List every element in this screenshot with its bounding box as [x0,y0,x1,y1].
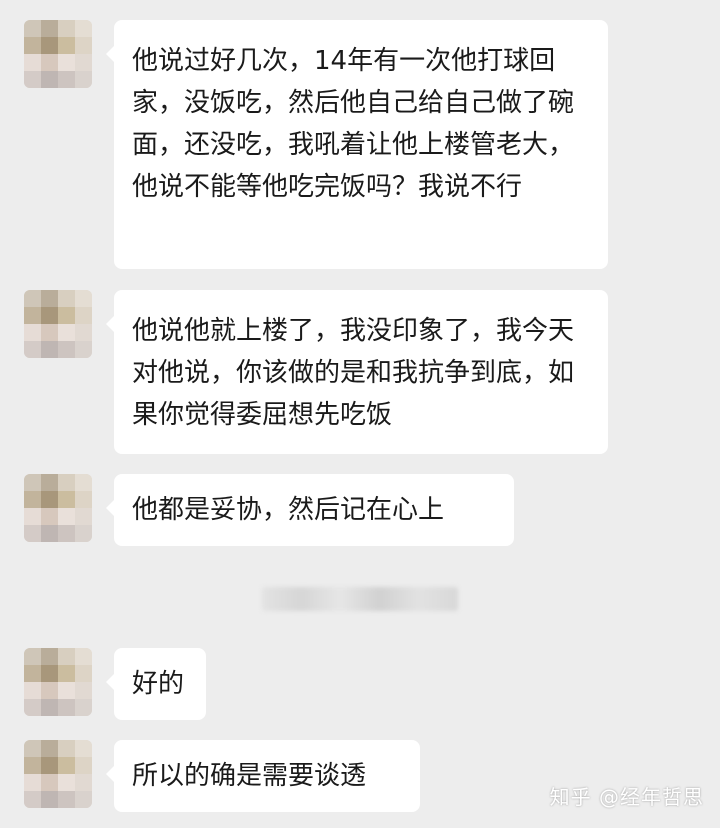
watermark: 知乎 @经年哲思 [549,785,704,809]
message-text: 好的 [132,669,185,699]
message-bubble[interactable]: 他说过好几次，14年有一次他打球回家，没饭吃，然后他自己给自己做了碗面，还没吃，… [106,20,608,269]
message-text: 他说他就上楼了，我没印象了，我今天对他说，你该做的是和我抗争到底，如果你觉得委屈… [132,316,575,430]
message-text: 所以的确是需要谈透 [132,761,367,791]
avatar[interactable] [24,648,92,716]
message-bubble[interactable]: 所以的确是需要谈透 [106,740,420,812]
message-text: 他说过好几次，14年有一次他打球回家，没饭吃，然后他自己给自己做了碗面，还没吃，… [132,46,575,202]
message-bubble[interactable]: 他都是妥协，然后记在心上 [106,474,514,546]
message-bubble[interactable]: 好的 [106,648,206,720]
avatar[interactable] [24,740,92,808]
avatar[interactable] [24,290,92,358]
message-bubble[interactable]: 他说他就上楼了，我没印象了，我今天对他说，你该做的是和我抗争到底，如果你觉得委屈… [106,290,608,454]
avatar[interactable] [24,474,92,542]
timestamp-divider [262,587,458,611]
avatar[interactable] [24,20,92,88]
message-text: 他都是妥协，然后记在心上 [132,495,445,525]
